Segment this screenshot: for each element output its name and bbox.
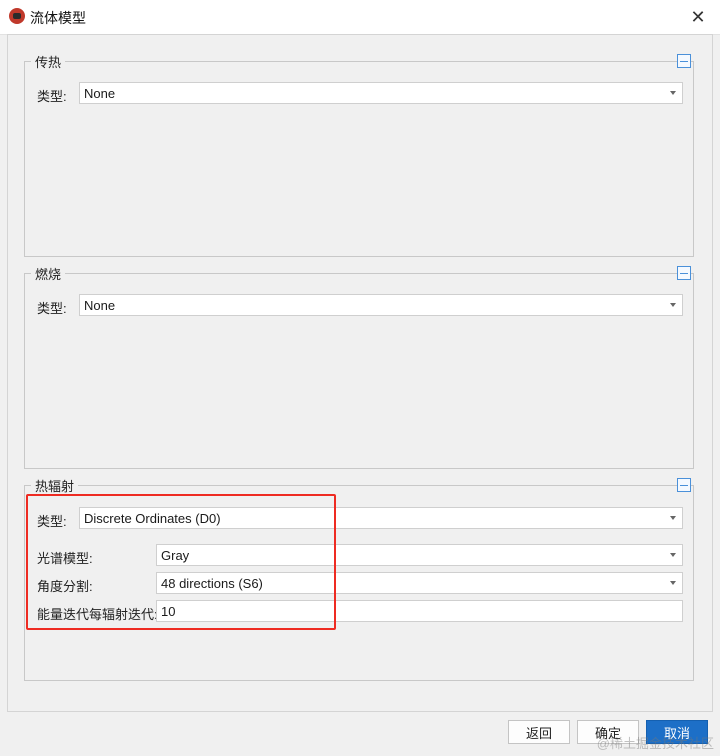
chevron-down-icon	[670, 516, 676, 520]
chevron-down-icon	[670, 581, 676, 585]
angular-discretization-label: 角度分割:	[37, 579, 93, 594]
angular-discretization-select[interactable]: 48 directions (S6)	[156, 572, 683, 594]
energy-iterations-label: 能量迭代每辐射迭代:	[37, 607, 158, 622]
spectral-model-label: 光谱模型:	[37, 551, 93, 566]
heat-transfer-collapse-icon[interactable]	[677, 54, 691, 68]
chevron-down-icon	[670, 553, 676, 557]
angular-discretization-value: 48 directions (S6)	[161, 576, 263, 591]
app-logo-icon	[9, 8, 25, 24]
heat-transfer-type-label: 类型:	[37, 89, 67, 104]
back-button[interactable]: 返回	[508, 720, 570, 744]
combustion-type-value: None	[84, 298, 116, 313]
combustion-type-label: 类型:	[37, 301, 67, 316]
chevron-down-icon	[670, 303, 676, 307]
combustion-title: 燃烧	[31, 264, 66, 283]
radiation-title: 热辐射	[31, 476, 79, 495]
radiation-type-select[interactable]: Discrete Ordinates (D0)	[79, 507, 683, 529]
spectral-model-select[interactable]: Gray	[156, 544, 683, 566]
chevron-down-icon	[670, 91, 676, 95]
radiation-group: 热辐射 类型: Discrete Ordinates (D0) 光谱模型: Gr…	[24, 476, 694, 681]
radiation-collapse-icon[interactable]	[677, 478, 691, 492]
energy-iterations-input[interactable]: 10	[156, 600, 683, 622]
radiation-type-value: Discrete Ordinates (D0)	[84, 511, 221, 526]
spectral-model-value: Gray	[161, 548, 190, 563]
window-title: 流体模型	[30, 10, 86, 26]
heat-transfer-group: 传热 类型: None	[24, 52, 694, 257]
close-button[interactable]: ✕	[686, 5, 710, 29]
watermark: @稀土掘金技术社区	[596, 736, 714, 751]
combustion-group: 燃烧 类型: None	[24, 264, 694, 469]
heat-transfer-type-value: None	[84, 86, 116, 101]
radiation-type-label: 类型:	[37, 514, 67, 529]
heat-transfer-title: 传热	[31, 52, 66, 71]
title-bar: 流体模型 ✕	[0, 0, 720, 35]
combustion-collapse-icon[interactable]	[677, 266, 691, 280]
combustion-type-select[interactable]: None	[79, 294, 683, 316]
heat-transfer-type-select[interactable]: None	[79, 82, 683, 104]
